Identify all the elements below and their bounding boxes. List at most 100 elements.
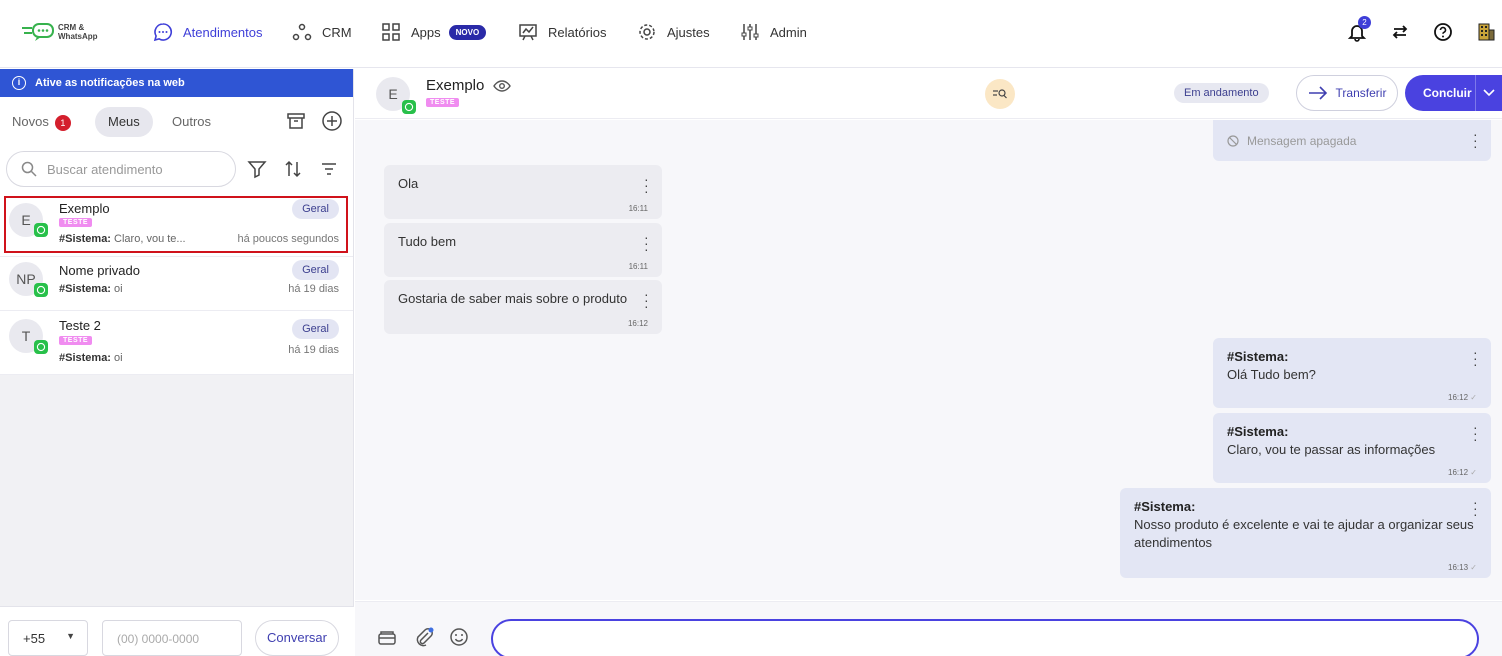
whatsapp-icon — [34, 283, 48, 297]
message-time: 16:12 — [1448, 393, 1469, 402]
message-menu-icon[interactable]: · · · — [644, 287, 649, 313]
message-sender: #Sistema: — [1227, 424, 1289, 439]
check-icon: ✓ — [1470, 468, 1477, 477]
tag-label: TESTE — [59, 336, 93, 345]
deleted-message: Mensagem apagada — [1227, 132, 1356, 150]
message-menu-icon[interactable]: · · · — [1473, 420, 1478, 446]
notifications-button[interactable]: 2 — [1345, 16, 1371, 44]
search-icon — [21, 161, 37, 177]
tab-meus[interactable]: Meus — [95, 107, 153, 137]
funnel-icon — [247, 161, 267, 179]
sort-button[interactable] — [281, 157, 305, 181]
transfer-button[interactable]: Transferir — [1296, 75, 1398, 111]
message-time: 16:12 — [1448, 468, 1469, 477]
country-code-select[interactable]: +55 ▼ — [8, 620, 88, 656]
message-text: Olá Tudo bem? — [1227, 367, 1316, 382]
search-list-icon — [993, 89, 1007, 99]
nav-relatorios[interactable]: Relatórios — [518, 20, 607, 44]
chat-header: E Exemplo TESTE Em andamento Transferir … — [355, 69, 1502, 119]
archive-button[interactable] — [284, 109, 308, 133]
emoji-button[interactable] — [448, 626, 470, 648]
start-conversation-button[interactable]: Conversar — [255, 620, 339, 656]
queue-badge: Geral — [292, 260, 339, 280]
quick-replies-button[interactable] — [376, 626, 398, 648]
chat-bubble-icon — [153, 23, 172, 42]
tab-outros[interactable]: Outros — [172, 107, 211, 137]
tab-novos-count: 1 — [54, 114, 71, 131]
smiley-icon — [450, 628, 468, 646]
message-bubble[interactable]: #Sistema: Nosso produto é excelente e va… — [1120, 488, 1491, 578]
chevron-down-icon — [1483, 89, 1495, 97]
nav-relatorios-label: Relatórios — [548, 24, 607, 40]
eye-icon[interactable] — [492, 79, 511, 93]
search-row: Buscar atendimento — [0, 145, 353, 193]
company-button[interactable] — [1474, 20, 1498, 44]
message-time: 16:11 — [628, 262, 648, 271]
whatsapp-icon — [34, 223, 48, 237]
swap-button[interactable] — [1388, 20, 1412, 44]
whatsapp-icon — [34, 340, 48, 354]
search-placeholder: Buscar atendimento — [47, 161, 163, 177]
message-meta: 16:12 ✓ — [1448, 393, 1477, 402]
nav-atendimentos[interactable]: Atendimentos — [153, 20, 263, 44]
nav-apps[interactable]: Apps NOVO — [381, 20, 487, 44]
message-sender: #Sistema: — [1227, 349, 1289, 364]
notifications-count: 2 — [1358, 16, 1371, 29]
message-bubble[interactable]: Gostaria de saber mais sobre o produto ·… — [384, 280, 662, 334]
tag-label: TESTE — [59, 218, 93, 227]
new-conversation-button[interactable] — [320, 109, 344, 133]
message-content: #Sistema: Olá Tudo bem? — [1227, 348, 1316, 384]
message-text: Nosso produto é excelente e vai te ajuda… — [1134, 517, 1474, 550]
message-menu-icon[interactable]: · · · — [1473, 495, 1478, 521]
chevron-down-icon: ▼ — [66, 631, 75, 641]
contact-name: Teste 2 — [59, 318, 101, 333]
message-menu-icon[interactable]: · · · — [1473, 127, 1478, 153]
filter-button[interactable] — [245, 157, 269, 181]
conclude-dropdown-button[interactable] — [1475, 75, 1502, 111]
message-text: Gostaria de saber mais sobre o produto — [398, 291, 628, 306]
message-bubble[interactable]: #Sistema: Claro, vou te passar as inform… — [1213, 413, 1491, 483]
message-time: 16:11 — [628, 204, 648, 213]
brand-logo[interactable]: CRM & WhatsApp — [22, 20, 112, 44]
filter-lines-icon — [322, 163, 336, 175]
help-button[interactable] — [1431, 20, 1455, 44]
conversation-item[interactable]: E Exemplo TESTE #Sistema: Claro, vou te.… — [0, 193, 353, 257]
building-icon — [1478, 23, 1495, 41]
search-input[interactable]: Buscar atendimento — [6, 151, 236, 187]
message-content: #Sistema: Claro, vou te passar as inform… — [1227, 423, 1435, 459]
message-bubble[interactable]: Ola · · · 16:11 — [384, 165, 662, 219]
message-bubble[interactable]: #Sistema: Olá Tudo bem? · · · 16:12 ✓ — [1213, 338, 1491, 408]
archive-icon — [287, 113, 305, 129]
conversations-panel: i Ative as notificações na web Novos 1 Me… — [0, 69, 354, 656]
phone-input[interactable]: (00) 0000-0000 — [102, 620, 242, 656]
message-menu-icon[interactable]: · · · — [644, 172, 649, 198]
new-conversation-bar: +55 ▼ (00) 0000-0000 Conversar — [0, 606, 354, 656]
message-bubble[interactable]: Mensagem apagada · · · — [1213, 120, 1491, 161]
message-menu-icon[interactable]: · · · — [1473, 345, 1478, 371]
whatsapp-icon — [402, 100, 416, 114]
search-messages-button[interactable] — [985, 79, 1015, 109]
message-input[interactable] — [491, 619, 1479, 656]
conversation-item[interactable]: NP Nome privado #Sistema: oi Geral há 19… — [0, 257, 353, 311]
nav-ajustes[interactable]: Ajustes — [637, 20, 710, 44]
attach-button[interactable] — [413, 626, 435, 648]
tab-novos[interactable]: Novos 1 — [12, 107, 71, 137]
list-filter-button[interactable] — [317, 157, 341, 181]
conversation-time: há 19 dias — [288, 344, 339, 356]
message-time: 16:13 — [1448, 563, 1469, 572]
message-bubble[interactable]: Tudo bem · · · 16:11 — [384, 223, 662, 277]
conversation-item[interactable]: T Teste 2 TESTE #Sistema: oi Geral há 19… — [0, 311, 353, 375]
grid-icon — [382, 23, 400, 41]
preview-text: oi — [114, 283, 123, 295]
nav-crm[interactable]: CRM — [292, 20, 352, 44]
web-notifications-banner[interactable]: i Ative as notificações na web — [0, 69, 353, 97]
nav-admin[interactable]: Admin — [740, 20, 807, 44]
nav-crm-label: CRM — [322, 24, 352, 40]
message-menu-icon[interactable]: · · · — [644, 230, 649, 256]
transfer-label: Transferir — [1335, 86, 1387, 100]
country-code-value: +55 — [23, 631, 46, 646]
nav-ajustes-label: Ajustes — [667, 24, 710, 40]
conversation-list: E Exemplo TESTE #Sistema: Claro, vou te.… — [0, 193, 353, 375]
nodes-icon — [292, 23, 312, 41]
conversation-time: há poucos segundos — [237, 233, 339, 245]
